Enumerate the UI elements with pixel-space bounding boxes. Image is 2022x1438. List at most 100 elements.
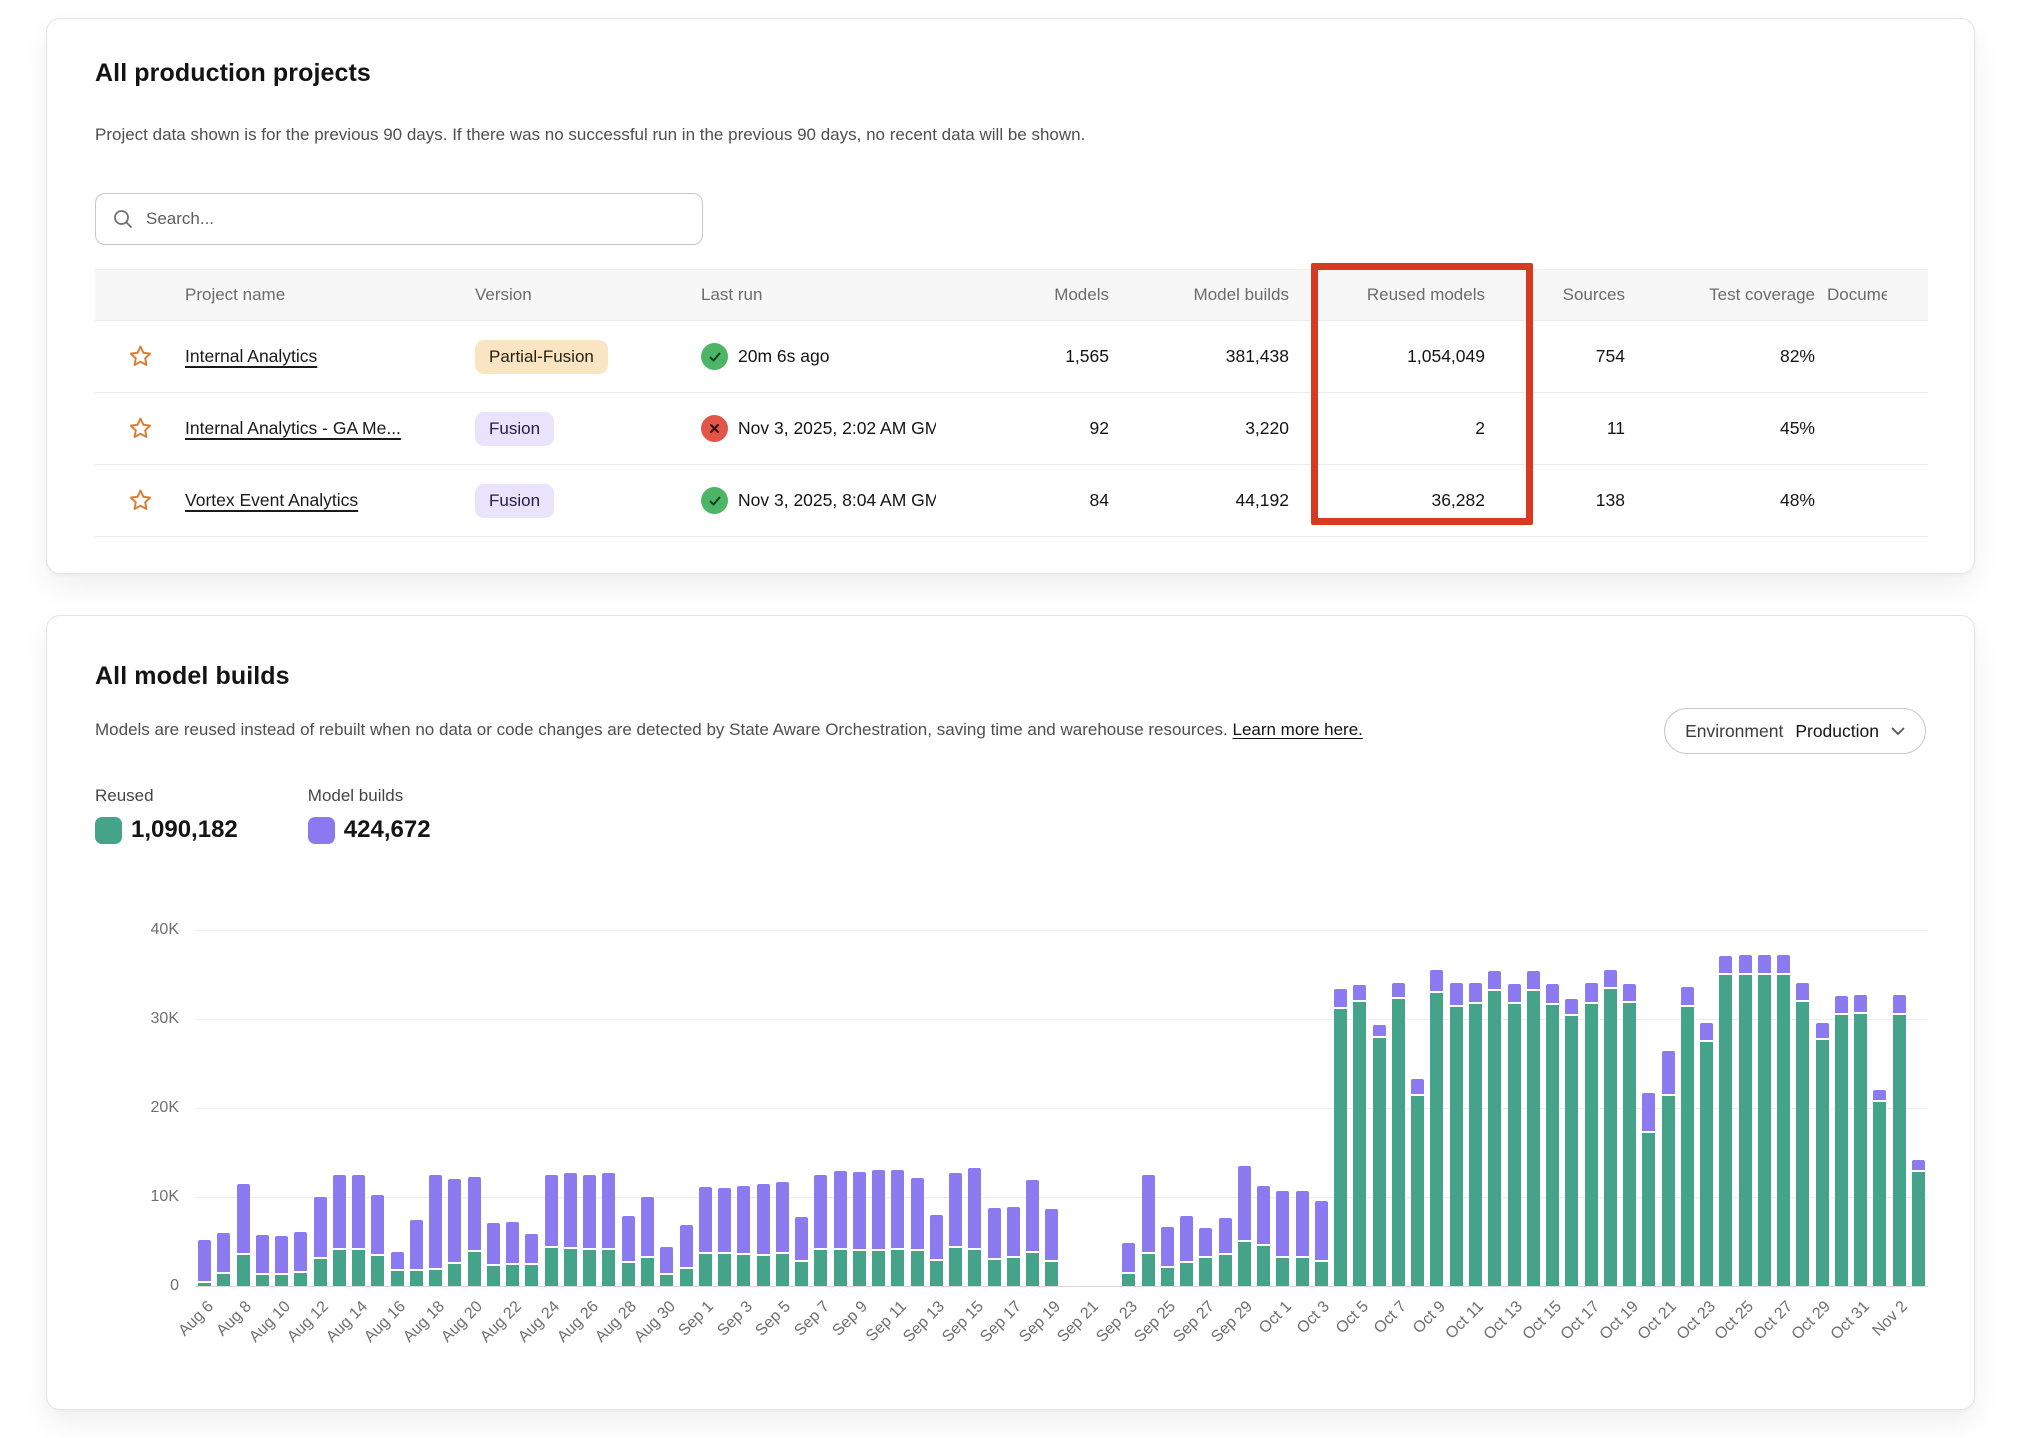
bar-segment-reused[interactable] bbox=[988, 1260, 1001, 1286]
bar-segment-reused[interactable] bbox=[1392, 999, 1405, 1286]
bar-sep-1[interactable] bbox=[699, 1187, 712, 1286]
bar-segment-model-builds[interactable] bbox=[680, 1225, 693, 1267]
bar-sep-8[interactable] bbox=[834, 1171, 847, 1286]
col-sources[interactable]: Sources bbox=[1497, 285, 1637, 305]
bar-segment-reused[interactable] bbox=[1045, 1262, 1058, 1286]
favorite-star-button[interactable] bbox=[125, 414, 155, 444]
bar-sep-7[interactable] bbox=[814, 1175, 827, 1286]
bar-aug-7[interactable] bbox=[217, 1233, 230, 1286]
col-test-coverage[interactable]: Test coverage bbox=[1637, 285, 1827, 305]
bar-aug-24[interactable] bbox=[545, 1175, 558, 1286]
bar-segment-model-builds[interactable] bbox=[834, 1171, 847, 1248]
bar-segment-reused[interactable] bbox=[1835, 1015, 1848, 1286]
bar-segment-reused[interactable] bbox=[891, 1250, 904, 1286]
bar-segment-reused[interactable] bbox=[1719, 975, 1732, 1286]
bar-sep-26[interactable] bbox=[1180, 1216, 1193, 1286]
bar-segment-model-builds[interactable] bbox=[410, 1220, 423, 1269]
bar-segment-reused[interactable] bbox=[1816, 1040, 1829, 1286]
bar-segment-model-builds[interactable] bbox=[1296, 1191, 1309, 1256]
bar-oct-12[interactable] bbox=[1488, 971, 1501, 1286]
bar-segment-reused[interactable] bbox=[1546, 1005, 1559, 1286]
bar-segment-reused[interactable] bbox=[1527, 991, 1540, 1286]
col-reused-models[interactable]: Reused models bbox=[1301, 285, 1497, 305]
bar-segment-reused[interactable] bbox=[237, 1255, 250, 1286]
project-name-link[interactable]: Vortex Event Analytics bbox=[185, 490, 358, 510]
col-last-run[interactable]: Last run bbox=[701, 285, 991, 305]
bar-segment-model-builds[interactable] bbox=[1796, 983, 1809, 1000]
bar-segment-reused[interactable] bbox=[1257, 1246, 1270, 1286]
bar-segment-model-builds[interactable] bbox=[294, 1232, 307, 1270]
bar-segment-reused[interactable] bbox=[352, 1250, 365, 1286]
bar-segment-model-builds[interactable] bbox=[853, 1172, 866, 1249]
bar-segment-reused[interactable] bbox=[660, 1275, 673, 1286]
favorite-star-button[interactable] bbox=[125, 486, 155, 516]
bar-segment-reused[interactable] bbox=[911, 1251, 924, 1286]
bar-segment-model-builds[interactable] bbox=[968, 1168, 981, 1248]
bar-nov-1[interactable] bbox=[1873, 1090, 1886, 1286]
bar-segment-model-builds[interactable] bbox=[1739, 955, 1752, 973]
bar-aug-17[interactable] bbox=[410, 1220, 423, 1286]
bar-segment-reused[interactable] bbox=[217, 1274, 230, 1286]
bar-segment-reused[interactable] bbox=[1739, 975, 1752, 1287]
bar-segment-model-builds[interactable] bbox=[352, 1175, 365, 1248]
bar-segment-reused[interactable] bbox=[1122, 1274, 1135, 1286]
bar-segment-model-builds[interactable] bbox=[448, 1179, 461, 1262]
bar-sep-11[interactable] bbox=[891, 1170, 904, 1286]
bar-oct-10[interactable] bbox=[1450, 983, 1463, 1286]
bar-segment-model-builds[interactable] bbox=[776, 1182, 789, 1252]
bar-segment-reused[interactable] bbox=[198, 1283, 211, 1286]
bar-segment-model-builds[interactable] bbox=[564, 1173, 577, 1247]
bar-segment-model-builds[interactable] bbox=[1546, 984, 1559, 1003]
bar-segment-model-builds[interactable] bbox=[602, 1173, 615, 1248]
bar-segment-reused[interactable] bbox=[1758, 975, 1771, 1287]
bar-aug-12[interactable] bbox=[314, 1197, 327, 1286]
bar-oct-20[interactable] bbox=[1642, 1093, 1655, 1286]
bar-sep-23[interactable] bbox=[1122, 1243, 1135, 1286]
bar-segment-model-builds[interactable] bbox=[217, 1233, 230, 1272]
bar-aug-16[interactable] bbox=[391, 1252, 404, 1286]
bar-segment-reused[interactable] bbox=[1296, 1258, 1309, 1286]
bar-segment-reused[interactable] bbox=[1585, 1004, 1598, 1286]
bar-oct-28[interactable] bbox=[1796, 983, 1809, 1286]
bar-segment-reused[interactable] bbox=[468, 1252, 481, 1286]
col-model-builds[interactable]: Model builds bbox=[1121, 285, 1301, 305]
bar-sep-30[interactable] bbox=[1257, 1186, 1270, 1286]
col-version[interactable]: Version bbox=[475, 285, 701, 305]
bar-segment-reused[interactable] bbox=[1450, 1007, 1463, 1286]
bar-segment-model-builds[interactable] bbox=[1527, 971, 1540, 990]
bar-segment-model-builds[interactable] bbox=[1565, 999, 1578, 1014]
bar-segment-reused[interactable] bbox=[930, 1261, 943, 1286]
bar-oct-18[interactable] bbox=[1604, 970, 1617, 1286]
bar-segment-reused[interactable] bbox=[256, 1275, 269, 1286]
bar-segment-reused[interactable] bbox=[1893, 1015, 1906, 1286]
bar-segment-reused[interactable] bbox=[1238, 1242, 1251, 1286]
bar-oct-13[interactable] bbox=[1508, 984, 1521, 1286]
bar-segment-model-builds[interactable] bbox=[872, 1170, 885, 1249]
bar-aug-11[interactable] bbox=[294, 1232, 307, 1286]
bar-sep-14[interactable] bbox=[949, 1173, 962, 1286]
bar-segment-model-builds[interactable] bbox=[1854, 995, 1867, 1012]
bar-segment-reused[interactable] bbox=[294, 1273, 307, 1286]
bar-segment-reused[interactable] bbox=[1681, 1007, 1694, 1286]
bar-segment-reused[interactable] bbox=[1469, 1004, 1482, 1286]
bar-segment-model-builds[interactable] bbox=[1508, 984, 1521, 1002]
bar-segment-model-builds[interactable] bbox=[641, 1197, 654, 1256]
bar-segment-reused[interactable] bbox=[487, 1266, 500, 1286]
bar-segment-model-builds[interactable] bbox=[1700, 1023, 1713, 1040]
bar-segment-reused[interactable] bbox=[333, 1250, 346, 1286]
bar-segment-model-builds[interactable] bbox=[1411, 1079, 1424, 1093]
bar-aug-15[interactable] bbox=[371, 1195, 384, 1286]
bar-segment-reused[interactable] bbox=[1315, 1262, 1328, 1286]
bar-nov-3[interactable] bbox=[1912, 1160, 1925, 1286]
bar-segment-model-builds[interactable] bbox=[1777, 955, 1790, 973]
bar-segment-model-builds[interactable] bbox=[1392, 983, 1405, 996]
bar-segment-model-builds[interactable] bbox=[333, 1175, 346, 1248]
bar-segment-reused[interactable] bbox=[1604, 989, 1617, 1286]
bar-segment-reused[interactable] bbox=[391, 1271, 404, 1286]
bar-segment-reused[interactable] bbox=[1430, 993, 1443, 1286]
bar-sep-24[interactable] bbox=[1142, 1175, 1155, 1286]
bar-segment-reused[interactable] bbox=[1199, 1258, 1212, 1286]
bar-oct-5[interactable] bbox=[1353, 985, 1366, 1286]
bar-sep-10[interactable] bbox=[872, 1170, 885, 1286]
bar-segment-model-builds[interactable] bbox=[891, 1170, 904, 1248]
